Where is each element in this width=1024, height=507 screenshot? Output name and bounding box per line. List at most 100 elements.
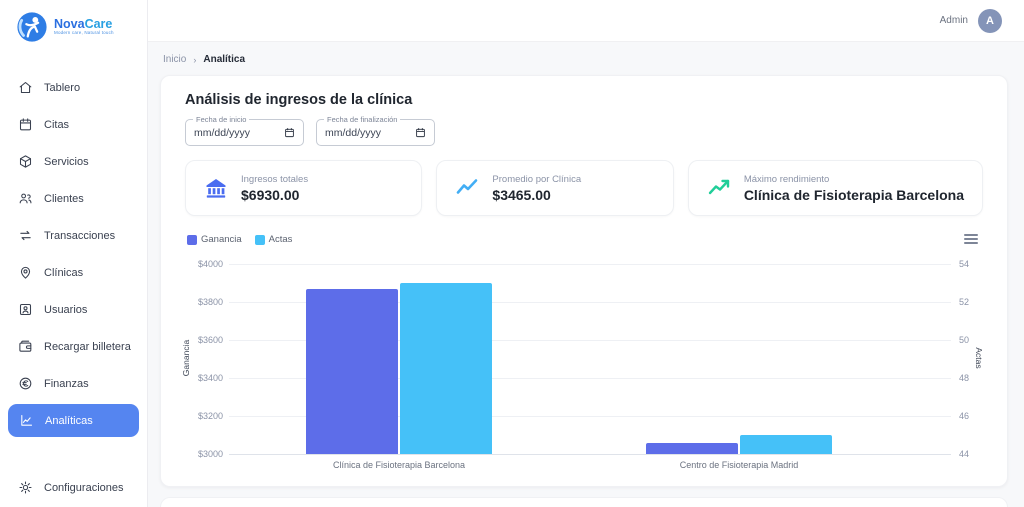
- y-right-axis-title: Actas: [974, 328, 984, 388]
- sidebar-item-package[interactable]: Servicios: [0, 143, 147, 180]
- chart-menu-icon[interactable]: [963, 232, 979, 246]
- bar-ganancia[interactable]: [646, 443, 738, 454]
- chart-plot-area: $400054$380052$360050$340048$320046$3000…: [229, 264, 951, 454]
- start-date-field[interactable]: Fecha de inicio: [185, 119, 304, 146]
- sidebar-item-id-card[interactable]: Usuarios: [0, 291, 147, 328]
- legend-swatch: [187, 235, 197, 245]
- bank-icon: [204, 176, 228, 200]
- y-left-tick: $3000: [185, 449, 223, 459]
- y-right-tick: 52: [959, 297, 989, 307]
- y-left-tick: $3800: [185, 297, 223, 307]
- top-bar: Admin A: [148, 0, 1024, 42]
- end-date-field[interactable]: Fecha de finalización: [316, 119, 435, 146]
- stat-value: Clínica de Fisioterapia Barcelona: [744, 187, 964, 203]
- end-date-label: Fecha de finalización: [324, 115, 400, 124]
- users-icon: [18, 191, 33, 206]
- stat-card-trend-line: Promedio por Clínica $3465.00: [436, 160, 673, 216]
- sidebar-item-label: Configuraciones: [44, 482, 124, 494]
- sidebar-item-label: Recargar billetera: [44, 341, 131, 353]
- start-date-label: Fecha de inicio: [193, 115, 249, 124]
- sidebar-item-wallet[interactable]: Recargar billetera: [0, 328, 147, 365]
- wallet-icon: [18, 339, 33, 354]
- next-section-card: [160, 497, 1008, 507]
- stats-row: Ingresos totales $6930.00 Promedio por Clí…: [185, 160, 983, 216]
- gridline: [229, 454, 951, 455]
- start-date-input[interactable]: [194, 127, 284, 139]
- calendar-icon: [18, 117, 33, 132]
- page-title: Análisis de ingresos de la clínica: [185, 92, 983, 108]
- gear-icon: [18, 480, 33, 495]
- x-axis-label: Centro de Fisioterapia Madrid: [680, 460, 799, 470]
- legend-label: Ganancia: [201, 234, 242, 245]
- sidebar-item-calendar[interactable]: Citas: [0, 106, 147, 143]
- y-left-tick: $3200: [185, 411, 223, 421]
- breadcrumb-current: Analítica: [203, 54, 245, 65]
- home-icon: [18, 80, 33, 95]
- bar-actas[interactable]: [740, 435, 832, 454]
- sidebar-item-label: Transacciones: [44, 230, 115, 242]
- y-right-tick: 44: [959, 449, 989, 459]
- stat-card-trend-up: Máximo rendimiento Clínica de Fisioterapi…: [688, 160, 983, 216]
- stat-value: $3465.00: [492, 187, 581, 203]
- app-window: NovaCare Modern care, Natural touch Tabl…: [0, 0, 1024, 507]
- calendar-icon[interactable]: [415, 127, 426, 138]
- y-left-axis-title: Ganancia: [181, 328, 191, 388]
- calendar-icon[interactable]: [284, 127, 295, 138]
- sidebar-item-map-pin[interactable]: Clínicas: [0, 254, 147, 291]
- novacare-logo-icon: [16, 11, 48, 43]
- breadcrumb-home-link[interactable]: Inicio: [163, 54, 186, 65]
- map-pin-icon: [18, 265, 33, 280]
- end-date-input[interactable]: [325, 127, 415, 139]
- brand-text: NovaCare Modern care, Natural touch: [54, 18, 114, 36]
- package-icon: [18, 154, 33, 169]
- sidebar-item-label: Finanzas: [44, 378, 89, 390]
- sidebar-item-label: Usuarios: [44, 304, 87, 316]
- sidebar-item-transfer[interactable]: Transacciones: [0, 217, 147, 254]
- stat-card-bank: Ingresos totales $6930.00: [185, 160, 422, 216]
- y-right-tick: 54: [959, 259, 989, 269]
- legend-item-actas[interactable]: Actas: [255, 234, 293, 245]
- user-role-label: Admin: [940, 15, 968, 26]
- transfer-icon: [18, 228, 33, 243]
- analytics-icon: [19, 413, 34, 428]
- stat-label: Promedio por Clínica: [492, 174, 581, 185]
- sidebar-item-analytics[interactable]: Analíticas: [8, 404, 139, 437]
- sidebar-item-home[interactable]: Tablero: [0, 69, 147, 106]
- brand-name-secondary: Care: [85, 17, 113, 31]
- sidebar-item-label: Tablero: [44, 82, 80, 94]
- brand-tagline: Modern care, Natural touch: [54, 31, 114, 36]
- y-left-tick: $4000: [185, 259, 223, 269]
- sidebar-item-label: Clínicas: [44, 267, 83, 279]
- revenue-chart: Ganancia Actas $400054$380052$360050$3400…: [185, 228, 983, 460]
- trend-up-icon: [707, 176, 731, 200]
- trend-line-icon: [455, 176, 479, 200]
- sidebar-item-gear[interactable]: Configuraciones: [0, 469, 147, 506]
- sidebar-item-label: Servicios: [44, 156, 89, 168]
- legend-label: Actas: [269, 234, 293, 245]
- sidebar-item-euro-coin[interactable]: Finanzas: [0, 365, 147, 402]
- avatar[interactable]: A: [978, 9, 1002, 33]
- euro-coin-icon: [18, 376, 33, 391]
- stat-value: $6930.00: [241, 187, 308, 203]
- id-card-icon: [18, 302, 33, 317]
- breadcrumb-separator-icon: ›: [193, 55, 196, 65]
- bar-actas[interactable]: [400, 283, 492, 454]
- sidebar: NovaCare Modern care, Natural touch Tabl…: [0, 0, 148, 507]
- main-column: Admin A Inicio › Analítica Análisis de i…: [148, 0, 1024, 507]
- x-axis-label: Clínica de Fisioterapia Barcelona: [333, 460, 465, 470]
- stat-label: Ingresos totales: [241, 174, 308, 185]
- brand-name-primary: Nova: [54, 17, 85, 31]
- legend-item-ganancia[interactable]: Ganancia: [187, 234, 242, 245]
- sidebar-item-users[interactable]: Clientes: [0, 180, 147, 217]
- stat-label: Máximo rendimiento: [744, 174, 964, 185]
- brand-logo[interactable]: NovaCare Modern care, Natural touch: [0, 0, 147, 53]
- gridline: [229, 264, 951, 265]
- legend-swatch: [255, 235, 265, 245]
- chart-legend: Ganancia Actas: [187, 234, 292, 245]
- breadcrumb: Inicio › Analítica: [163, 54, 1008, 65]
- bar-ganancia[interactable]: [306, 289, 398, 454]
- date-filter-row: Fecha de inicio Fecha de finalización: [185, 119, 983, 146]
- sidebar-item-label: Analíticas: [45, 415, 93, 427]
- content-area: Inicio › Analítica Análisis de ingresos …: [148, 42, 1024, 507]
- sidebar-item-label: Clientes: [44, 193, 84, 205]
